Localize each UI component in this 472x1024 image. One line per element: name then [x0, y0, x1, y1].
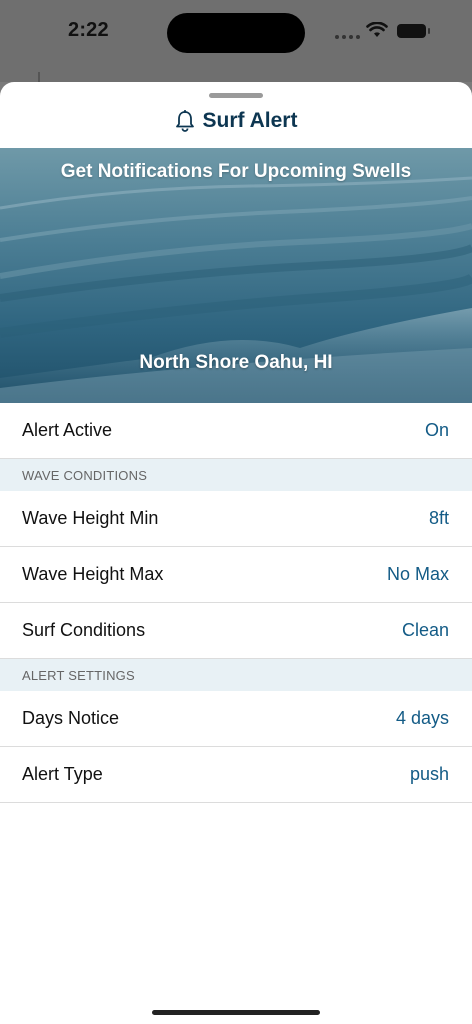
alert-type-row[interactable]: Alert Type push	[0, 747, 472, 803]
hero-image: Get Notifications For Upcoming Swells No…	[0, 148, 472, 403]
alert-active-row[interactable]: Alert Active On	[0, 403, 472, 459]
row-value: 8ft	[428, 508, 449, 528]
hero-heading: Get Notifications For Upcoming Swells	[60, 161, 412, 182]
sheet-header: Surf Alert	[0, 82, 472, 148]
bell-icon	[175, 110, 194, 132]
dynamic-island	[167, 13, 305, 53]
alert-settings-list: Alert Active On WAVE CONDITIONS Wave Hei…	[0, 403, 472, 803]
section-header-wave-conditions: WAVE CONDITIONS	[0, 459, 472, 491]
row-label: Alert Type	[22, 764, 103, 784]
row-value: Clean	[401, 620, 449, 640]
days-notice-row[interactable]: Days Notice 4 days	[0, 691, 472, 747]
section-header-alert-settings: ALERT SETTINGS	[0, 659, 472, 691]
wave-height-min-row[interactable]: Wave Height Min 8ft	[0, 491, 472, 547]
row-label: Days Notice	[22, 708, 120, 728]
row-label: Alert Active	[22, 420, 113, 440]
background-content	[38, 72, 40, 82]
surf-alert-sheet: Surf Alert Get Notifications For Upcomin…	[0, 82, 472, 1024]
wifi-icon	[366, 22, 388, 37]
sheet-title: Surf Alert	[202, 109, 298, 132]
status-time: 2:22	[68, 19, 109, 41]
status-bar: 2:22	[0, 0, 472, 82]
row-value: push	[409, 764, 449, 784]
surf-conditions-row[interactable]: Surf Conditions Clean	[0, 603, 472, 659]
cellular-signal-icon	[335, 35, 360, 39]
row-label: Surf Conditions	[22, 620, 146, 640]
row-value: No Max	[386, 564, 449, 584]
home-indicator[interactable]	[152, 1010, 320, 1015]
row-value: On	[424, 420, 449, 440]
battery-icon	[397, 24, 430, 38]
wave-height-max-row[interactable]: Wave Height Max No Max	[0, 547, 472, 603]
row-label: Wave Height Max	[22, 564, 164, 584]
row-value: 4 days	[395, 708, 449, 728]
row-label: Wave Height Min	[22, 508, 159, 528]
hero-location: North Shore Oahu, HI	[139, 352, 333, 373]
